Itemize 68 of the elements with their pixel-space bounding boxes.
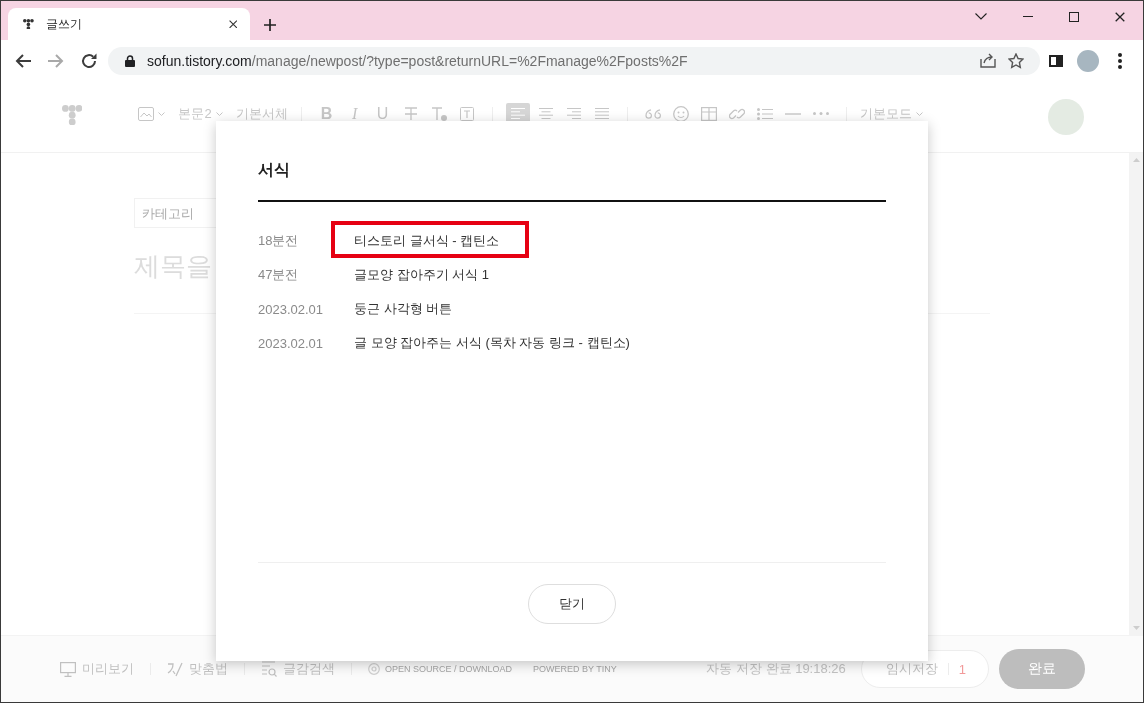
italic-button[interactable]: I bbox=[342, 102, 367, 125]
profile-avatar[interactable] bbox=[1077, 49, 1099, 72]
dropdown-button[interactable]: 본문2 bbox=[178, 102, 223, 125]
horizontal-line-icon bbox=[784, 112, 801, 115]
reload-icon bbox=[80, 52, 97, 69]
text-color-icon bbox=[430, 106, 447, 121]
dropdown-button[interactable]: 기본모드 bbox=[859, 102, 923, 125]
plus-icon bbox=[264, 19, 276, 31]
document-search-icon bbox=[261, 661, 277, 677]
template-title[interactable]: 둥근 사각형 버튼 bbox=[354, 300, 453, 318]
strikethrough-icon bbox=[403, 106, 418, 121]
publish-button[interactable]: 완료 bbox=[999, 649, 1085, 689]
bulleted-list-icon bbox=[756, 107, 773, 120]
monitor-icon bbox=[60, 661, 76, 677]
close-button[interactable]: 닫기 bbox=[528, 584, 616, 624]
more-icon bbox=[812, 112, 829, 115]
dots-logo-icon bbox=[23, 18, 34, 30]
scroll-up-arrow-icon bbox=[1132, 158, 1140, 162]
image-icon bbox=[138, 106, 155, 121]
close-icon bbox=[228, 19, 238, 29]
align-justify-icon bbox=[594, 108, 609, 119]
powered-by-link[interactable]: POWERED BY TINY bbox=[533, 664, 617, 674]
forward-arrow-icon bbox=[47, 53, 64, 68]
caret-icon bbox=[215, 111, 223, 116]
spellcheck-button[interactable]: 맞춤법 bbox=[167, 660, 228, 678]
sidebar-icon bbox=[1049, 54, 1063, 67]
lock-icon bbox=[125, 54, 135, 67]
dots-logo-icon bbox=[62, 104, 83, 126]
open-source-link[interactable]: OPEN SOURCE / DOWNLOAD bbox=[385, 664, 512, 674]
scrollbar[interactable] bbox=[1129, 153, 1143, 635]
chevron-down-icon bbox=[975, 13, 987, 20]
close-icon bbox=[1115, 11, 1125, 22]
dialog-title: 서식 bbox=[258, 160, 290, 180]
boxed-text-icon bbox=[459, 106, 474, 121]
maximize-icon bbox=[1069, 11, 1079, 22]
template-title[interactable]: 티스토리 글서식 - 캡틴소 bbox=[354, 232, 500, 250]
spellcheck-icon bbox=[167, 661, 183, 677]
share-icon bbox=[980, 53, 996, 68]
star-icon bbox=[1008, 52, 1024, 69]
template-time: 2023.02.01 bbox=[258, 335, 325, 351]
template-time: 2023.02.01 bbox=[258, 301, 325, 317]
template-time: 18분전 bbox=[258, 232, 300, 250]
kebab-menu-icon bbox=[1118, 52, 1122, 69]
draft-count: 1 bbox=[958, 661, 966, 677]
material-search-button[interactable]: 글감검색 bbox=[261, 660, 335, 678]
scroll-down-arrow-icon bbox=[1132, 626, 1140, 630]
avatar-circle[interactable] bbox=[1048, 98, 1084, 135]
font-button[interactable]: 기본서체 bbox=[235, 102, 288, 125]
table-icon bbox=[700, 106, 717, 121]
browser-tab[interactable]: 글쓰기 bbox=[8, 8, 250, 40]
align-left-icon bbox=[510, 108, 525, 119]
template-title[interactable]: 글 모양 잡아주는 서식 (목차 자동 링크 - 캡틴소) bbox=[354, 334, 630, 352]
caret-icon bbox=[915, 111, 923, 116]
underline-button[interactable]: U bbox=[370, 102, 395, 125]
address-bar[interactable]: sofun.tistory.com/manage/newpost/?type=post&returnURL=%2Fmanage%2Fposts%2F bbox=[108, 46, 1040, 75]
ring-icon bbox=[368, 663, 380, 675]
preview-button[interactable]: 미리보기 bbox=[60, 660, 134, 678]
minimize-icon bbox=[1023, 16, 1033, 17]
back-arrow-icon bbox=[14, 53, 31, 68]
bold-button[interactable]: B bbox=[314, 102, 339, 125]
quote-icon bbox=[644, 108, 661, 119]
smiley-icon bbox=[672, 105, 689, 122]
category-field[interactable]: 카테고리 bbox=[134, 198, 216, 228]
align-center-icon bbox=[538, 108, 553, 119]
caret-icon bbox=[158, 111, 166, 116]
align-right-icon bbox=[566, 108, 581, 119]
template-time: 47분전 bbox=[258, 266, 300, 284]
template-title[interactable]: 글모양 잡아주기 서식 1 bbox=[354, 266, 490, 284]
